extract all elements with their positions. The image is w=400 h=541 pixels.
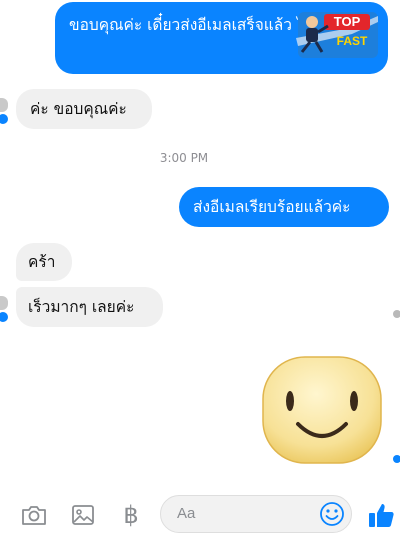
message-text: ส่งอีเมลเรียบร้อยแล้วค่ะ — [193, 198, 351, 216]
outgoing-message-bubble[interactable]: ส่งอีเมลเรียบร้อยแล้วค่ะ — [179, 187, 389, 227]
currency-icon[interactable]: ฿ — [116, 500, 146, 530]
active-status-dot — [0, 113, 9, 125]
incoming-message-bubble[interactable]: ค่ะ ขอบคุณค่ะ — [16, 89, 152, 129]
message-text: ค่ะ ขอบคุณค่ะ — [30, 100, 127, 118]
smiley-face-sticker[interactable] — [260, 354, 384, 466]
message-input[interactable]: Aa — [160, 495, 352, 533]
delivered-receipt-icon — [393, 455, 400, 463]
incoming-message-bubble[interactable]: คร้า — [16, 243, 72, 281]
message-text: คร้า — [28, 253, 56, 271]
sticker-top-label: TOP — [334, 14, 361, 29]
active-status-dot — [0, 311, 9, 323]
message-text: เร็วมากๆ เลยค่ะ — [28, 298, 135, 316]
emoji-icon[interactable] — [319, 501, 345, 527]
read-receipt-icon — [393, 310, 400, 318]
message-composer: ฿ Aa — [0, 488, 400, 541]
top-fast-sticker[interactable]: TOP FAST — [290, 8, 382, 62]
camera-icon[interactable] — [19, 500, 49, 530]
timestamp-divider: 3:00 PM — [159, 151, 209, 165]
thumbs-up-icon[interactable] — [366, 500, 396, 530]
contact-avatar[interactable] — [0, 98, 8, 112]
sticker-fast-label: FAST — [337, 34, 368, 48]
contact-avatar[interactable] — [0, 296, 8, 310]
input-placeholder: Aa — [177, 505, 196, 522]
gallery-icon[interactable] — [68, 500, 98, 530]
incoming-message-bubble[interactable]: เร็วมากๆ เลยค่ะ — [16, 287, 163, 327]
